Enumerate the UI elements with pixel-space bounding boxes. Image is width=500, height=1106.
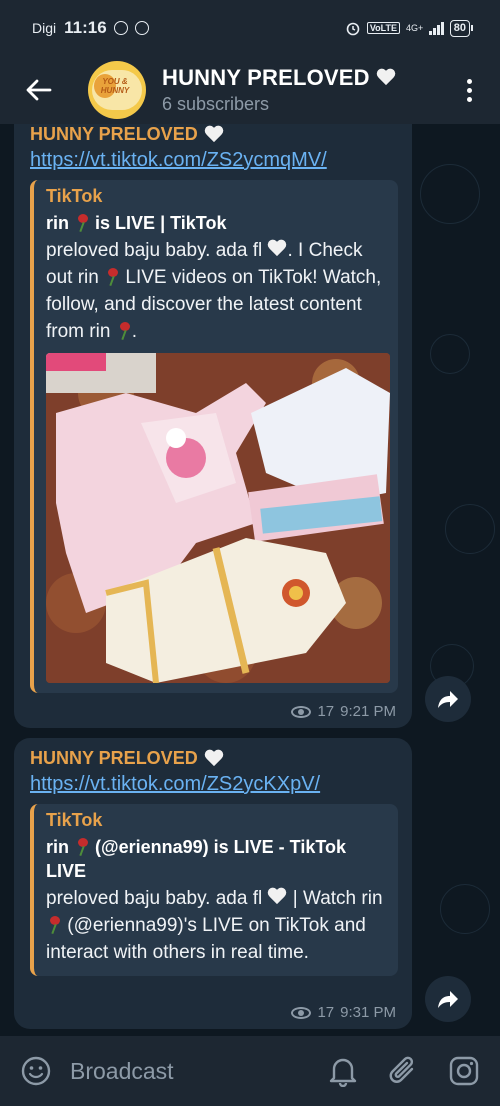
arrow-left-icon [26,79,52,101]
message-time: 9:31 PM [340,1004,396,1021]
avatar-logo-text: YOU & HUNNY [100,77,130,95]
channel-title: HUNNY PRELOVED [162,65,396,91]
chat-area[interactable]: HUNNY PRELOVED https://vt.tiktok.com/ZS2… [0,124,500,1036]
composer-bar: Broadcast [0,1036,500,1106]
view-count: 17 [317,703,335,720]
facebook-icon [134,21,149,35]
message-link[interactable]: https://vt.tiktok.com/ZS2ycKXpV/ [30,773,396,796]
eye-icon [291,1006,312,1019]
back-button[interactable] [0,56,78,124]
battery-indicator: 80 [449,19,474,37]
broadcast-input[interactable]: Broadcast [70,1058,174,1085]
baby-clothes-photo [46,353,390,683]
preview-description: preloved baju baby. ada fl | Watch rin (… [46,888,383,963]
link-preview[interactable]: TikTok rin is LIVE | TikTok preloved baj… [30,180,398,693]
message-time: 9:21 PM [340,703,396,720]
message-bubble[interactable]: HUNNY PRELOVED https://vt.tiktok.com/ZS2… [14,124,412,728]
white-heart-icon [267,240,287,258]
message-bubble[interactable]: HUNNY PRELOVED https://vt.tiktok.com/ZS2… [14,738,412,1029]
link-preview[interactable]: TikTok rin (@erienna99) is LIVE - TikTok… [30,804,398,976]
forward-button[interactable] [425,676,471,722]
white-heart-icon [376,69,396,87]
preview-image[interactable] [46,353,390,683]
share-arrow-icon [438,991,458,1008]
preview-title: rin is LIVE | TikTok [46,213,227,233]
message-meta: 17 9:31 PM [291,1004,396,1021]
network-type: 4G+ [405,22,424,33]
header-titles[interactable]: HUNNY PRELOVED 6 subscribers [162,65,396,115]
eye-icon [291,705,312,718]
status-time: 11:16 [64,18,107,37]
preview-site-name: TikTok [46,186,103,206]
white-heart-icon [204,750,224,768]
signal-icon [429,21,444,35]
more-options-button[interactable] [438,56,500,124]
message-link[interactable]: https://vt.tiktok.com/ZS2ycmqMV/ [30,149,396,172]
channel-avatar[interactable]: YOU & HUNNY [88,61,146,119]
emoji-icon[interactable] [20,1055,52,1087]
chat-header: YOU & HUNNY HUNNY PRELOVED 6 subscribers [0,56,500,124]
rose-icon [74,838,90,856]
preview-title: rin (@erienna99) is LIVE - TikTok LIVE [46,837,347,881]
whatsapp-icon [113,21,128,35]
alarm-icon [346,22,360,36]
bell-icon[interactable] [328,1055,358,1087]
rose-icon [104,268,120,286]
paperclip-icon[interactable] [388,1055,418,1087]
volte-badge: VoLTE [366,22,400,34]
rose-icon [74,214,90,232]
preview-description: preloved baju baby. ada fl . I Check out… [46,240,382,342]
preview-site-name: TikTok [46,810,103,830]
rose-icon [116,322,132,340]
status-bar: Digi 11:16 VoLTE 4G+ 80 [0,0,500,56]
white-heart-icon [267,888,287,906]
carrier-label: Digi [32,20,57,36]
message-author: HUNNY PRELOVED [30,748,396,769]
white-heart-icon [204,126,224,144]
view-count: 17 [317,1004,335,1021]
message-author: HUNNY PRELOVED [30,124,396,145]
forward-button[interactable] [425,976,471,1022]
share-arrow-icon [438,691,458,708]
message-meta: 17 9:21 PM [291,703,396,720]
subscriber-count: 6 subscribers [162,94,270,114]
rose-icon [46,916,62,934]
camera-icon[interactable] [448,1055,480,1087]
